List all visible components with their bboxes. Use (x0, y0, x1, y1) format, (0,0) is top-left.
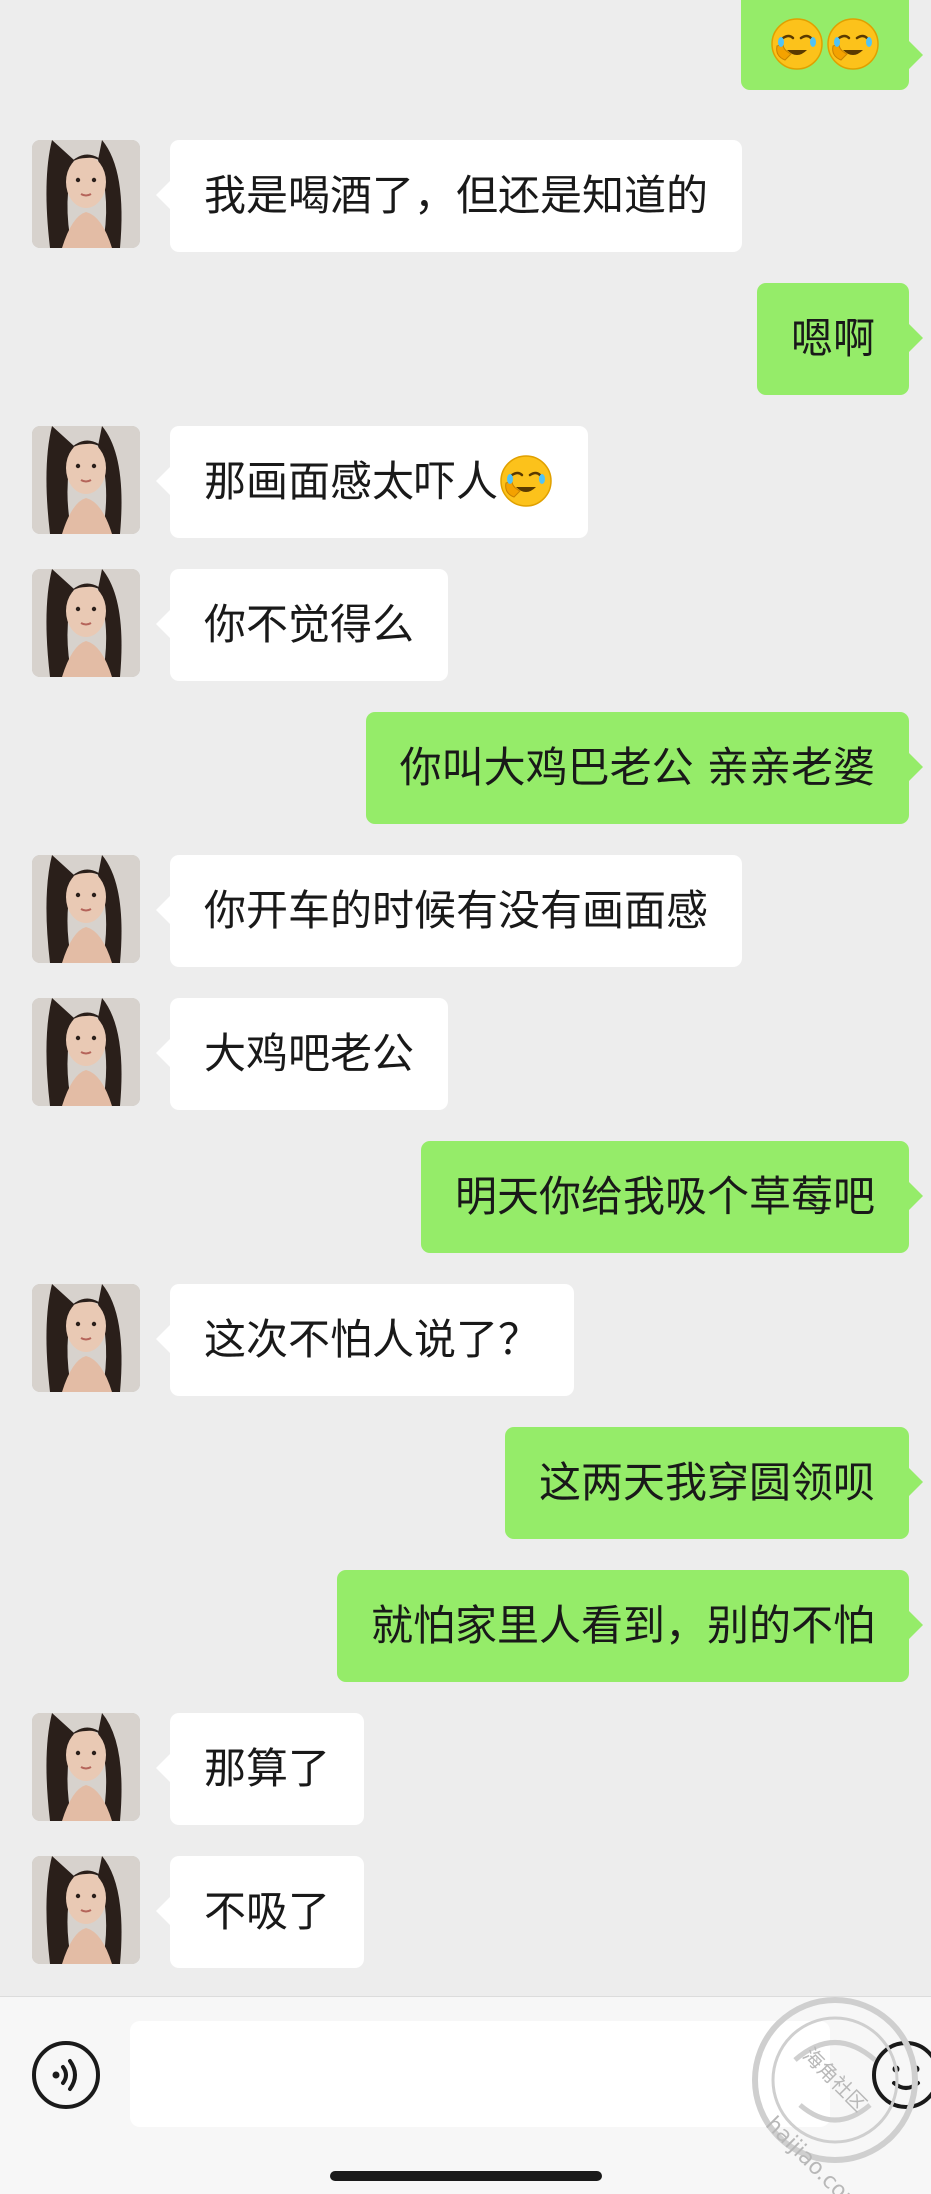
emoji-icon (872, 2041, 931, 2109)
message-text: 我是喝酒了，但还是知道的 (204, 171, 709, 220)
message-list[interactable]: 我是喝酒了，但还是知道的嗯啊那画面感太吓人 你不觉得么你叫大鸡巴老公 亲亲老婆你开… (0, 0, 931, 1996)
message-text: 大鸡吧老公 (204, 1029, 415, 1078)
message-text: 就怕家里人看到，别的不怕 (370, 1601, 875, 1650)
message-bubble[interactable]: 这两天我穿圆领呗 (504, 1427, 924, 1539)
message-text: 那画面感太吓人 (204, 457, 499, 506)
emoji-button[interactable] (870, 2039, 931, 2111)
message-bubble[interactable]: 嗯啊 (756, 283, 924, 395)
message-text: 嗯啊 (790, 314, 875, 363)
message-text: 你不觉得么 (204, 600, 415, 649)
message-bubble[interactable] (741, 0, 923, 90)
avatar[interactable] (32, 426, 140, 534)
avatar-image (32, 140, 140, 248)
avatar-image (32, 998, 140, 1106)
message-bubble[interactable]: 不吸了 (155, 1856, 365, 1968)
message-text: 明天你给我吸个草莓吧 (454, 1172, 875, 1221)
home-indicator (330, 2171, 602, 2181)
message-bubble[interactable]: 我是喝酒了，但还是知道的 (155, 140, 743, 252)
avatar-image (32, 1284, 140, 1392)
voice-button[interactable] (30, 2039, 102, 2111)
message-text: 你叫大鸡巴老公 亲亲老婆 (399, 743, 875, 792)
facepalm-emoji-icon (771, 17, 823, 70)
input-bar (0, 1996, 931, 2194)
voice-icon (32, 2041, 100, 2109)
avatar-image (32, 1856, 140, 1964)
message-bubble[interactable]: 你不觉得么 (155, 569, 449, 681)
avatar[interactable] (32, 569, 140, 677)
message-bubble[interactable]: 那画面感太吓人 (155, 426, 589, 538)
avatar[interactable] (32, 1713, 140, 1821)
avatar-image (32, 426, 140, 534)
chat-window: 我是喝酒了，但还是知道的嗯啊那画面感太吓人 你不觉得么你叫大鸡巴老公 亲亲老婆你开… (0, 0, 931, 2194)
message-text: 那算了 (204, 1744, 331, 1793)
message-bubble[interactable]: 大鸡吧老公 (155, 998, 449, 1110)
message-bubble[interactable]: 就怕家里人看到，别的不怕 (336, 1570, 924, 1682)
message-bubble[interactable]: 你叫大鸡巴老公 亲亲老婆 (365, 712, 924, 824)
message-text: 这两天我穿圆领呗 (538, 1458, 875, 1507)
message-bubble[interactable]: 你开车的时候有没有画面感 (155, 855, 743, 967)
avatar-image (32, 855, 140, 963)
avatar[interactable] (32, 855, 140, 963)
avatar[interactable] (32, 1856, 140, 1964)
facepalm-emoji-icon (827, 17, 879, 70)
avatar[interactable] (32, 998, 140, 1106)
avatar-image (32, 569, 140, 677)
avatar[interactable] (32, 140, 140, 248)
message-input[interactable] (130, 2021, 830, 2127)
facepalm-emoji-icon (500, 454, 552, 507)
message-bubble[interactable]: 明天你给我吸个草莓吧 (420, 1141, 924, 1253)
message-text: 这次不怕人说了？ (204, 1315, 541, 1364)
message-bubble[interactable]: 那算了 (155, 1713, 365, 1825)
message-bubble[interactable]: 这次不怕人说了？ (155, 1284, 575, 1396)
message-text: 不吸了 (204, 1887, 331, 1936)
avatar-image (32, 1713, 140, 1821)
message-text: 你开车的时候有没有画面感 (204, 886, 709, 935)
avatar[interactable] (32, 1284, 140, 1392)
